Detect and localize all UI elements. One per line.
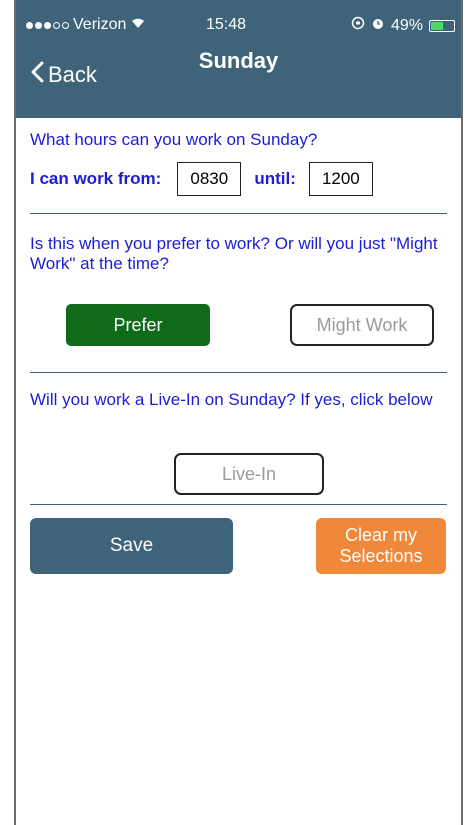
- might-work-button[interactable]: Might Work: [290, 304, 434, 346]
- from-time-field[interactable]: 0830: [177, 162, 242, 196]
- wifi-icon: [130, 16, 146, 34]
- live-in-question: Will you work a Live-In on Sunday? If ye…: [30, 390, 433, 409]
- carrier-name: Verizon: [73, 16, 127, 33]
- live-in-button[interactable]: Live-In: [174, 453, 324, 495]
- signal-strength-icon: [26, 21, 69, 29]
- alarm-icon: [371, 16, 385, 35]
- prefer-button[interactable]: Prefer: [66, 304, 210, 346]
- divider: [30, 504, 447, 505]
- clear-label-line1: Clear my: [344, 525, 417, 545]
- until-time-field[interactable]: 1200: [308, 162, 373, 196]
- preference-question: Is this when you prefer to work? Or will…: [30, 234, 438, 273]
- divider: [30, 213, 447, 214]
- hours-question: What hours can you work on Sunday?: [30, 130, 318, 149]
- rotation-lock-icon: [351, 16, 365, 35]
- divider: [30, 372, 447, 373]
- from-label: I can work from:: [30, 169, 162, 188]
- status-bar: Verizon 15:48 49%: [16, 16, 461, 38]
- navigation-bar: Verizon 15:48 49% Back Sunday: [16, 0, 461, 118]
- battery-icon: [429, 19, 455, 32]
- status-right: 49%: [351, 16, 455, 35]
- status-time: 15:48: [206, 16, 247, 33]
- clear-label-line2: Selections: [339, 546, 423, 566]
- battery-percentage: 49%: [390, 16, 423, 34]
- until-label: until:: [254, 169, 296, 188]
- carrier-info: Verizon: [26, 16, 146, 34]
- hours-row: I can work from: 0830 until: 1200: [30, 162, 373, 196]
- save-button[interactable]: Save: [30, 518, 233, 574]
- clear-selections-button[interactable]: Clear my Selections: [316, 518, 446, 574]
- page-title: Sunday: [198, 48, 279, 73]
- app-frame: Verizon 15:48 49% Back Sunday What hours…: [14, 0, 463, 825]
